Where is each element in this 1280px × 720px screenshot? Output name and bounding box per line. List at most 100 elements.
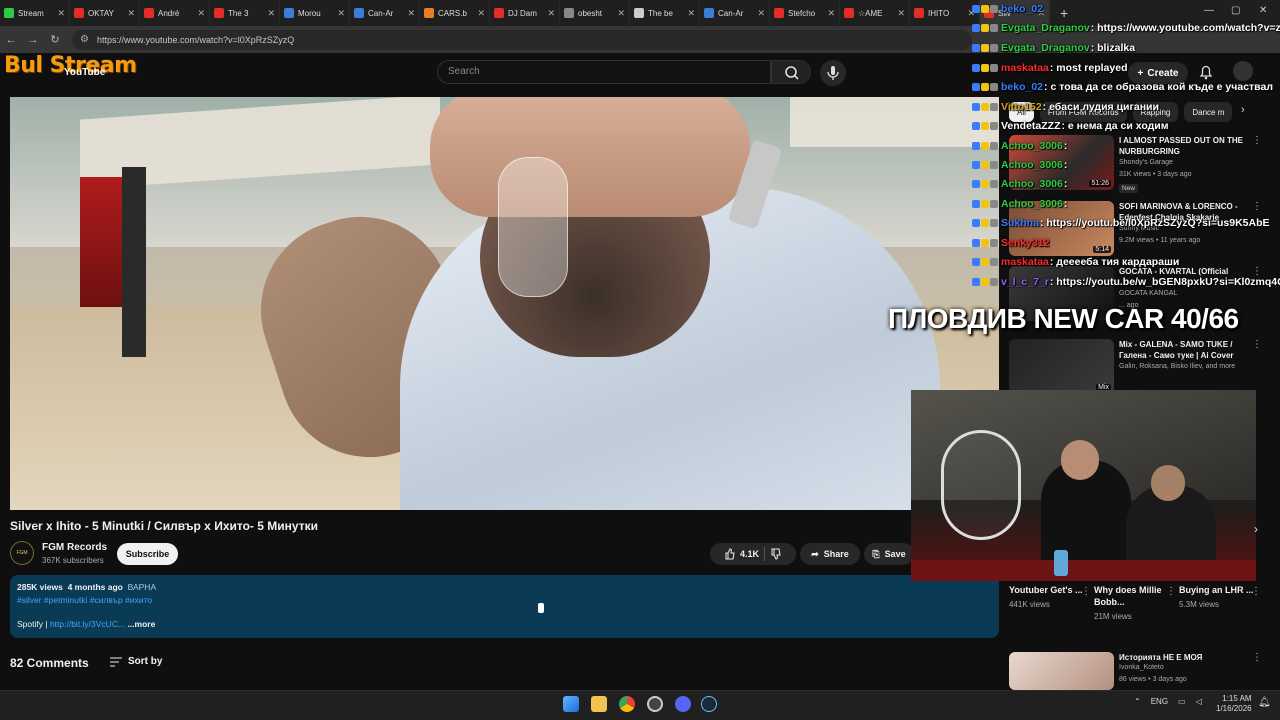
browser-tab[interactable]: Can-Ar ✕ [350, 0, 420, 26]
show-more-link[interactable]: ...more [127, 619, 155, 629]
location-tag[interactable]: ВАРНА [128, 582, 157, 592]
clock[interactable]: 1:15 AM 1/16/2026 [1216, 694, 1252, 714]
browser-tab[interactable]: Can-Ar ✕ [700, 0, 770, 26]
search-button[interactable] [771, 60, 811, 84]
volume-icon[interactable]: ◁ [1196, 697, 1202, 706]
youtube-logo[interactable]: YouTube [64, 67, 105, 78]
close-tab-icon[interactable]: ✕ [127, 8, 135, 19]
maximize-icon[interactable]: ▢ [1231, 5, 1240, 16]
browser-tab[interactable]: Stream ✕ [0, 0, 70, 26]
browser-tab[interactable]: CARS.b ✕ [420, 0, 490, 26]
more-options-icon[interactable]: ⋮ [1252, 266, 1262, 277]
filter-chip[interactable]: Rapping [1132, 102, 1179, 122]
account-avatar[interactable] [1233, 61, 1253, 81]
obs-icon[interactable] [647, 696, 663, 712]
shorts-next-icon[interactable]: › [1254, 522, 1258, 536]
steam-icon[interactable] [701, 696, 717, 712]
close-tab-icon[interactable]: ✕ [337, 8, 345, 19]
reload-icon[interactable]: ↻ [44, 33, 66, 46]
filter-chip[interactable]: All [1009, 102, 1034, 122]
tab-title: DJ Dam [508, 8, 537, 18]
site-info-icon[interactable]: ⚙ [80, 34, 89, 45]
discord-icon[interactable] [675, 696, 691, 712]
filter-chip[interactable]: Dance m [1184, 102, 1233, 122]
spotify-link[interactable]: http://bit.ly/3VcUC... [50, 619, 125, 629]
more-options-icon[interactable]: ⋮ [1252, 201, 1262, 212]
create-button[interactable]: + Create [1128, 62, 1188, 84]
close-tab-icon[interactable]: ✕ [897, 8, 905, 19]
close-tab-icon[interactable]: ✕ [1037, 8, 1045, 19]
sort-comments-button[interactable]: Sort by [110, 656, 162, 667]
recommendation-item[interactable]: 51:26 I ALMOST PASSED OUT ON THE NURBURGR… [1009, 135, 1269, 195]
close-tab-icon[interactable]: ✕ [57, 8, 65, 19]
close-tab-icon[interactable]: ✕ [617, 8, 625, 19]
language-indicator[interactable]: ENG [1151, 697, 1168, 706]
chevron-right-icon[interactable]: › [1241, 104, 1245, 116]
voice-search-button[interactable] [820, 60, 846, 86]
browser-tab[interactable]: OKTAY ✕ [70, 0, 140, 26]
close-tab-icon[interactable]: ✕ [407, 8, 415, 19]
browser-tab[interactable]: Silv ✕ [980, 0, 1050, 26]
hashtags[interactable]: #silver #petminutki #силвър #ихито [17, 595, 992, 605]
more-options-icon[interactable]: ⋮ [1251, 586, 1261, 597]
back-icon[interactable]: ← [0, 34, 22, 46]
close-window-icon[interactable]: ✕ [1259, 5, 1267, 16]
browser-tab[interactable]: DJ Dam ✕ [490, 0, 560, 26]
chevron-up-icon[interactable]: ⌃ [1134, 697, 1141, 706]
network-icon[interactable]: ▭ [1178, 697, 1186, 706]
recommendation-item[interactable]: 5:14 SOFI MARINOVA & LORENCO - Edenfest C… [1009, 201, 1269, 261]
more-options-icon[interactable]: ⋮ [1252, 135, 1262, 146]
close-tab-icon[interactable]: ✕ [547, 8, 555, 19]
more-options-icon[interactable]: ⋮ [1252, 652, 1262, 663]
share-button[interactable]: ➦ Share [800, 543, 860, 565]
short-card[interactable]: Buying an LHR ... 5.3M views ⋮ [1179, 584, 1264, 634]
start-menu-icon[interactable] [563, 696, 579, 712]
address-bar[interactable]: ⚙ https://www.youtube.com/watch?v=l0XpRz… [72, 29, 972, 50]
new-tab-icon[interactable]: + [1060, 5, 1068, 21]
subscribe-button[interactable]: Subscribe [117, 543, 178, 565]
browser-tab[interactable]: obesht ✕ [560, 0, 630, 26]
close-tab-icon[interactable]: ✕ [197, 8, 205, 19]
video-title: Silver x Ihito - 5 Minutki / Силвър х Их… [10, 519, 318, 533]
browser-tab[interactable]: The be ✕ [630, 0, 700, 26]
recommendation-meta: 9.2M views • 11 years ago [1119, 237, 1201, 244]
file-explorer-icon[interactable] [591, 696, 607, 712]
like-button[interactable]: 4.1K [724, 548, 759, 560]
tab-favicon-icon [704, 8, 714, 18]
browser-tab[interactable]: IHITO ✕ [910, 0, 980, 26]
chrome-icon[interactable] [619, 696, 635, 712]
close-tab-icon[interactable]: ✕ [967, 8, 975, 19]
more-options-icon[interactable]: ⋮ [1252, 339, 1262, 350]
minimize-icon[interactable]: — [1204, 5, 1214, 16]
close-tab-icon[interactable]: ✕ [687, 8, 695, 19]
divider [764, 547, 765, 561]
browser-tab[interactable]: Morou ✕ [280, 0, 350, 26]
tab-title: André [158, 8, 180, 18]
browser-tab[interactable]: ☆AME ✕ [840, 0, 910, 26]
browser-tab[interactable]: André ✕ [140, 0, 210, 26]
short-card[interactable]: Why does Millie Bobb... 21M views ⋮ [1094, 584, 1179, 634]
forward-icon[interactable]: → [22, 34, 44, 46]
browser-tab[interactable]: The 3 ✕ [210, 0, 280, 26]
tab-favicon-icon [984, 8, 994, 18]
description-box[interactable]: 285K views 4 months ago ВАРНА #silver #p… [10, 575, 999, 638]
search-input[interactable]: Search [437, 60, 771, 84]
more-options-icon[interactable]: ⋮ [1166, 586, 1176, 597]
tab-favicon-icon [844, 8, 854, 18]
notification-icon[interactable]: 🔔︎ [1258, 697, 1271, 708]
save-button[interactable]: ⎘ Save [864, 543, 914, 565]
more-options-icon[interactable]: ⋮ [1081, 586, 1091, 597]
short-card[interactable]: Youtuber Get's ... 441K views ⋮ [1009, 584, 1094, 634]
channel-name[interactable]: FGM Records [42, 542, 107, 553]
thumbs-down-icon[interactable] [770, 548, 782, 560]
close-tab-icon[interactable]: ✕ [267, 8, 275, 19]
close-tab-icon[interactable]: ✕ [827, 8, 835, 19]
save-label: Save [884, 549, 906, 559]
close-tab-icon[interactable]: ✕ [477, 8, 485, 19]
browser-tab[interactable]: Stefcho ✕ [770, 0, 840, 26]
video-player[interactable] [10, 97, 999, 510]
notifications-bell-icon[interactable] [1197, 63, 1215, 81]
close-tab-icon[interactable]: ✕ [757, 8, 765, 19]
filter-chip[interactable]: From FGM Records [1039, 102, 1127, 122]
channel-avatar[interactable]: FGM [10, 541, 34, 565]
